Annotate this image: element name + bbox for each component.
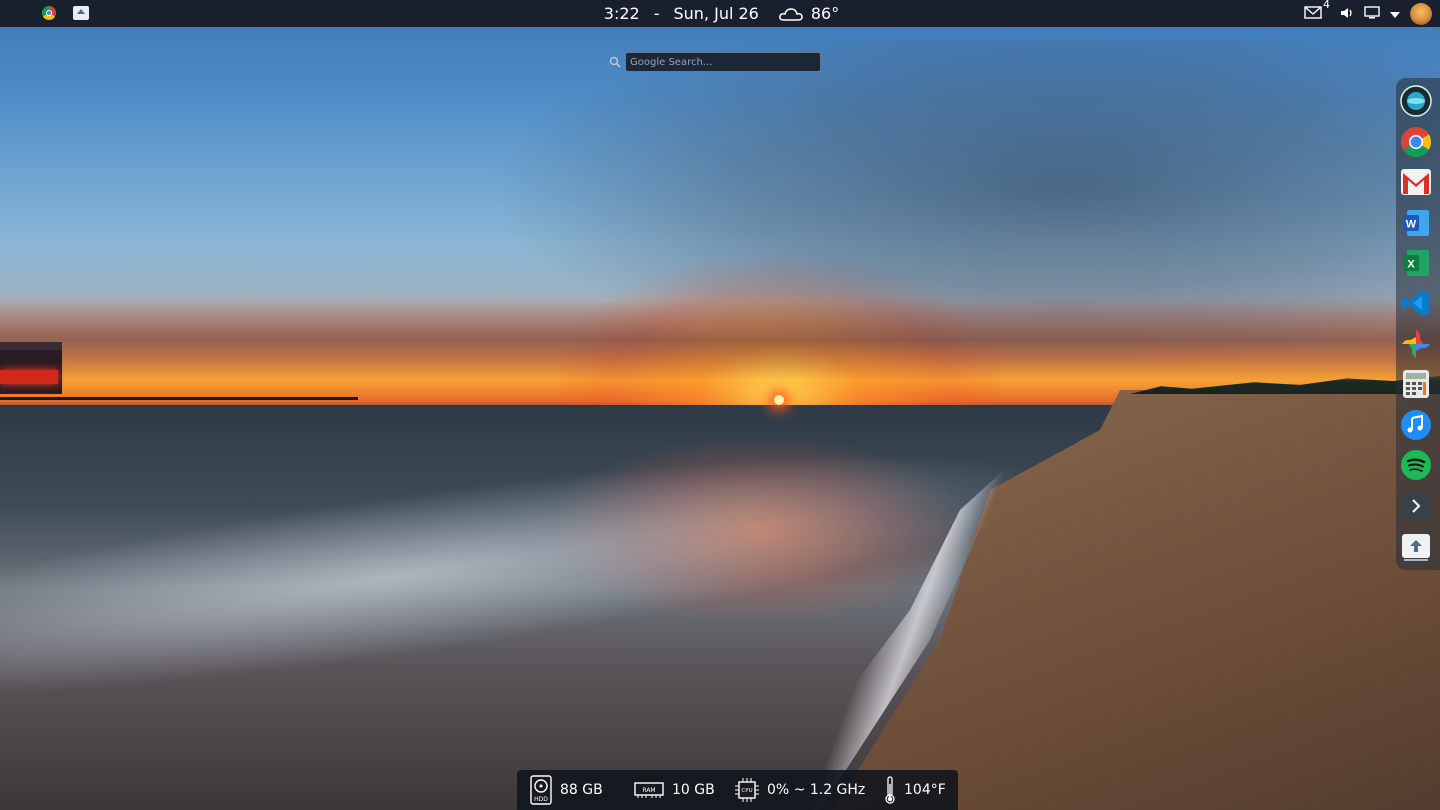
cpu-label: CPU: [741, 788, 752, 794]
display-icon[interactable]: [1364, 4, 1380, 23]
user-avatar[interactable]: [1410, 2, 1432, 25]
cpu-icon: CPU: [735, 778, 759, 802]
clock-widget[interactable]: 3:22 - Sun, Jul 26 86°: [604, 4, 839, 23]
hdd-icon: HDD: [530, 775, 552, 805]
calculator-icon[interactable]: [1399, 367, 1433, 401]
mail-count: 4: [1323, 0, 1330, 11]
desktop-wallpaper: [0, 0, 1440, 810]
panel-launchers: [40, 4, 90, 22]
word-icon[interactable]: W: [1399, 206, 1433, 240]
search-input[interactable]: [625, 52, 821, 72]
chrome-icon[interactable]: [1399, 125, 1433, 159]
stat-cpu: CPU 0% ~ 1.2 GHz: [735, 770, 865, 810]
music-icon[interactable]: [1399, 408, 1433, 442]
clock-weather: 3:22 - Sun, Jul 26 86°: [0, 0, 1440, 27]
system-monitor: HDD 88 GB RAM 10 GB CPU 0% ~ 1.2 GHz 104…: [517, 770, 958, 810]
ram-icon: RAM: [634, 781, 664, 799]
stat-temperature: 104°F: [884, 770, 946, 810]
search-icon: [609, 53, 621, 72]
volume-icon[interactable]: [1340, 4, 1354, 23]
sun: [774, 395, 784, 405]
app-dock: W X: [1396, 78, 1440, 570]
ram-value: 10 GB: [672, 782, 715, 798]
share-logo: [73, 6, 89, 20]
excel-icon[interactable]: X: [1399, 246, 1433, 280]
mail-icon: [1304, 4, 1322, 23]
expand-arrow-icon[interactable]: [1399, 489, 1433, 523]
share-icon[interactable]: [1399, 530, 1433, 564]
svg-text:W: W: [1406, 219, 1417, 231]
dropdown-arrow-icon[interactable]: [1390, 4, 1400, 23]
temperature-value: 104°F: [904, 782, 946, 798]
hdd-value: 88 GB: [560, 782, 603, 798]
thermometer-icon: [884, 776, 896, 804]
vscode-icon[interactable]: [1399, 286, 1433, 320]
chrome-logo: [42, 6, 56, 20]
ram-label: RAM: [642, 787, 655, 794]
spotify-icon[interactable]: [1399, 448, 1433, 482]
weather-temperature: 86°: [810, 4, 840, 23]
stat-ram: RAM 10 GB: [634, 770, 715, 810]
pier-building: [0, 342, 62, 394]
google-search-widget: [609, 52, 821, 72]
clock-separator: -: [653, 4, 660, 23]
hdd-label: HDD: [534, 796, 548, 803]
clock-time: 3:22: [603, 4, 640, 23]
stat-hdd: HDD 88 GB: [530, 770, 603, 810]
photos-icon[interactable]: [1399, 327, 1433, 361]
svg-text:X: X: [1407, 259, 1415, 271]
system-tray: 4: [1304, 0, 1432, 27]
cloud-band: [0, 300, 1440, 380]
cloud-icon: [778, 7, 803, 21]
pier: [0, 342, 360, 407]
clock-date: Sun, Jul 26: [673, 4, 759, 23]
dock-launcher-icon[interactable]: [1399, 84, 1433, 118]
cpu-value: 0% ~ 1.2 GHz: [767, 782, 866, 798]
top-panel: 3:22 - Sun, Jul 26 86° 4: [0, 0, 1440, 27]
pier-deck: [0, 397, 358, 400]
mail-indicator[interactable]: 4: [1304, 0, 1330, 23]
share-icon[interactable]: [72, 4, 90, 22]
chrome-icon[interactable]: [40, 4, 58, 22]
gmail-icon[interactable]: [1399, 165, 1433, 199]
